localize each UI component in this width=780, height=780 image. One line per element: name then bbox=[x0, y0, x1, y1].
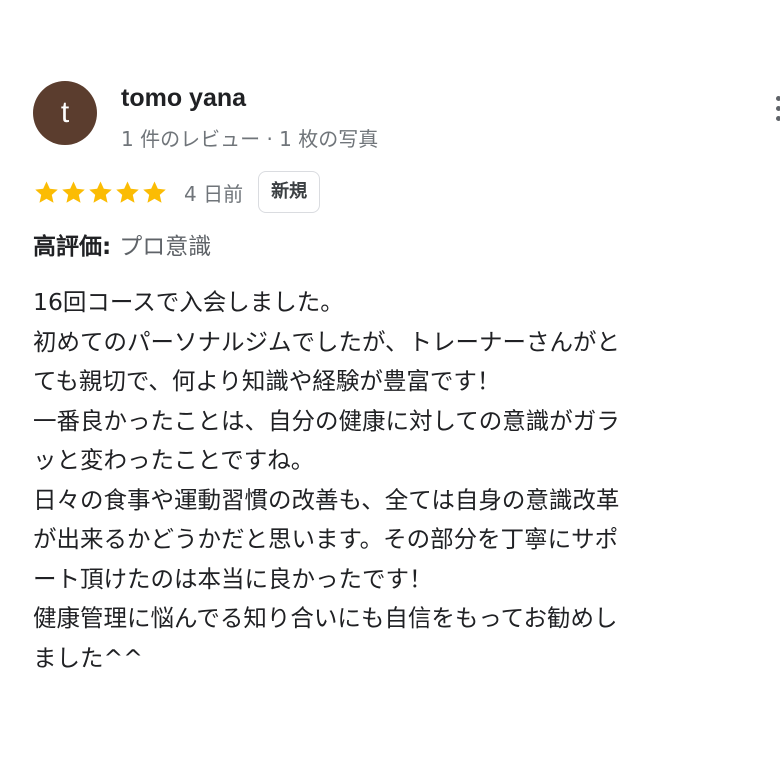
star-rating bbox=[33, 179, 168, 206]
star-icon bbox=[87, 179, 114, 206]
review-line: 初めてのパーソナルジムでしたが、トレーナーさんがと bbox=[33, 327, 621, 356]
new-badge: 新規 bbox=[258, 171, 321, 213]
review-date: 4 日前 bbox=[184, 181, 244, 206]
review-line: 一番良かったことは、自分の健康に対しての意識がガラ bbox=[33, 406, 620, 435]
avatar[interactable]: t bbox=[33, 81, 97, 145]
review-line: 日々の食事や運動習慣の改善も、全ては自身の意識改革 bbox=[33, 485, 620, 514]
highlight-label: 高評価: bbox=[33, 234, 112, 260]
star-icon bbox=[114, 179, 141, 206]
star-icon bbox=[33, 179, 60, 206]
author-name[interactable]: tomo yana bbox=[121, 84, 246, 113]
review-card: t tomo yana 1 件のレビュー · 1 枚の写真 4 日前 新規 高評… bbox=[0, 0, 780, 780]
review-line: ッと変わったことですね。 bbox=[33, 446, 315, 474]
review-line: ました^^ bbox=[33, 643, 143, 672]
highlight-value: プロ意識 bbox=[119, 234, 212, 260]
review-line: が出来るかどうかだと思います。その部分を丁寧にサポ bbox=[33, 525, 619, 553]
more-vert-icon[interactable] bbox=[770, 96, 780, 130]
review-line: 16回コースで入会しました。 bbox=[33, 288, 344, 316]
author-meta: 1 件のレビュー · 1 枚の写真 bbox=[121, 127, 379, 151]
review-line: ても親切で、何より知識や経験が豊富です！ bbox=[33, 367, 501, 395]
review-text: 16回コースで入会しました。 初めてのパーソナルジムでしたが、トレーナーさんがと… bbox=[33, 283, 748, 678]
review-line: ート頂けたのは本当に良かったです！ bbox=[33, 564, 433, 593]
star-icon bbox=[141, 179, 168, 206]
rating-row: 4 日前 新規 bbox=[33, 170, 321, 214]
star-icon bbox=[60, 179, 87, 206]
highlight: 高評価: プロ意識 bbox=[33, 227, 211, 261]
review-line: 健康管理に悩んでる知り合いにも自信をもってお勧めし bbox=[33, 604, 618, 632]
